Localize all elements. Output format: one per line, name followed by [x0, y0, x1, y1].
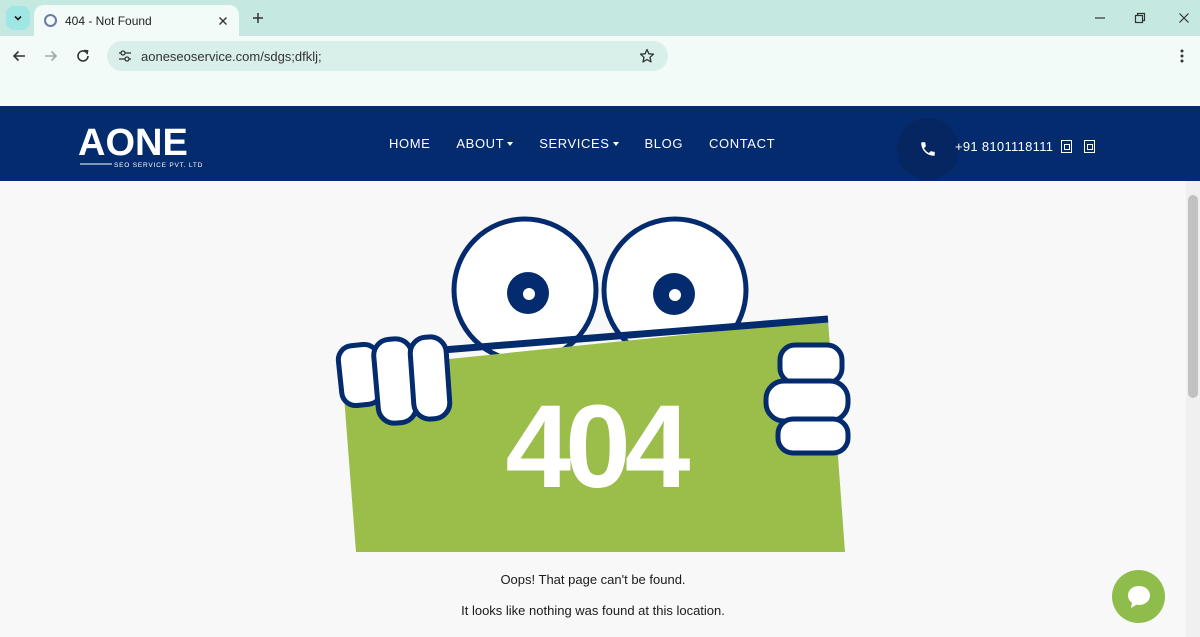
- url-text[interactable]: aoneseoservice.com/sdgs;dfklj;: [141, 49, 634, 64]
- chevron-down-icon: [14, 15, 22, 21]
- nav-home[interactable]: HOME: [389, 136, 430, 151]
- social-icon-2[interactable]: [1084, 140, 1095, 153]
- nav-about[interactable]: ABOUT: [456, 136, 514, 151]
- arrow-right-icon: [45, 50, 58, 62]
- browser-tab-active[interactable]: 404 - Not Found: [34, 5, 239, 36]
- browser-menu-button[interactable]: [1170, 43, 1194, 69]
- window-close-button[interactable]: [1168, 5, 1200, 31]
- back-button[interactable]: [6, 43, 32, 69]
- star-icon: [639, 48, 655, 63]
- site-header: AONE SEO SERVICE PVT. LTD HOME ABOUT SER…: [0, 106, 1200, 181]
- logo-main-text: AONE: [78, 122, 188, 164]
- browser-toolbar: aoneseoservice.com/sdgs;dfklj;: [0, 36, 1200, 106]
- close-icon: [1179, 13, 1189, 23]
- reload-button[interactable]: [70, 43, 96, 69]
- tab-search-button[interactable]: [6, 6, 30, 30]
- address-bar[interactable]: aoneseoservice.com/sdgs;dfklj;: [107, 41, 668, 71]
- not-found-heading: Oops! That page can't be found.: [500, 572, 686, 587]
- close-icon: [219, 16, 227, 25]
- forward-button[interactable]: [38, 43, 64, 69]
- plus-icon: [253, 13, 263, 23]
- tab-title: 404 - Not Found: [65, 13, 152, 28]
- browser-tab-bar: 404 - Not Found: [0, 0, 1200, 36]
- 404-illustration: 404: [335, 216, 851, 552]
- main-navigation: HOME ABOUT SERVICES BLOG CONTACT: [389, 106, 801, 181]
- scrollbar-thumb[interactable]: [1188, 195, 1198, 398]
- aone-logo[interactable]: AONE SEO SERVICE PVT. LTD: [78, 121, 218, 171]
- phone-button[interactable]: [897, 118, 959, 180]
- error-code: 404: [506, 381, 690, 513]
- phone-number[interactable]: +91 8101118111: [955, 139, 1053, 154]
- restore-button[interactable]: [1124, 5, 1156, 31]
- restore-icon: [1134, 12, 1146, 24]
- minimize-button[interactable]: [1084, 5, 1116, 31]
- site-favicon-icon: [44, 14, 57, 27]
- new-tab-button[interactable]: [246, 6, 270, 30]
- right-hand: [763, 342, 851, 456]
- nav-contact[interactable]: CONTACT: [709, 136, 775, 151]
- tab-close-button[interactable]: [211, 9, 235, 33]
- caret-down-icon: [507, 141, 514, 146]
- phone-icon: [921, 142, 935, 156]
- bookmark-button[interactable]: [634, 43, 660, 69]
- chat-bubble-icon: [1127, 585, 1150, 608]
- nav-blog[interactable]: BLOG: [645, 136, 684, 151]
- caret-down-icon: [612, 141, 619, 146]
- not-found-description: It looks like nothing was found at this …: [461, 603, 725, 618]
- minimize-icon: [1095, 17, 1105, 19]
- site-info-icon[interactable]: [113, 44, 137, 68]
- arrow-left-icon: [12, 50, 25, 62]
- tune-icon: [119, 50, 131, 62]
- reload-icon: [77, 49, 89, 62]
- chat-widget-button[interactable]: [1112, 570, 1165, 623]
- nav-services[interactable]: SERVICES: [539, 136, 619, 151]
- more-vert-icon: [1180, 49, 1184, 63]
- social-icon-1[interactable]: [1061, 140, 1072, 153]
- logo-sub-text: SEO SERVICE PVT. LTD: [114, 162, 203, 169]
